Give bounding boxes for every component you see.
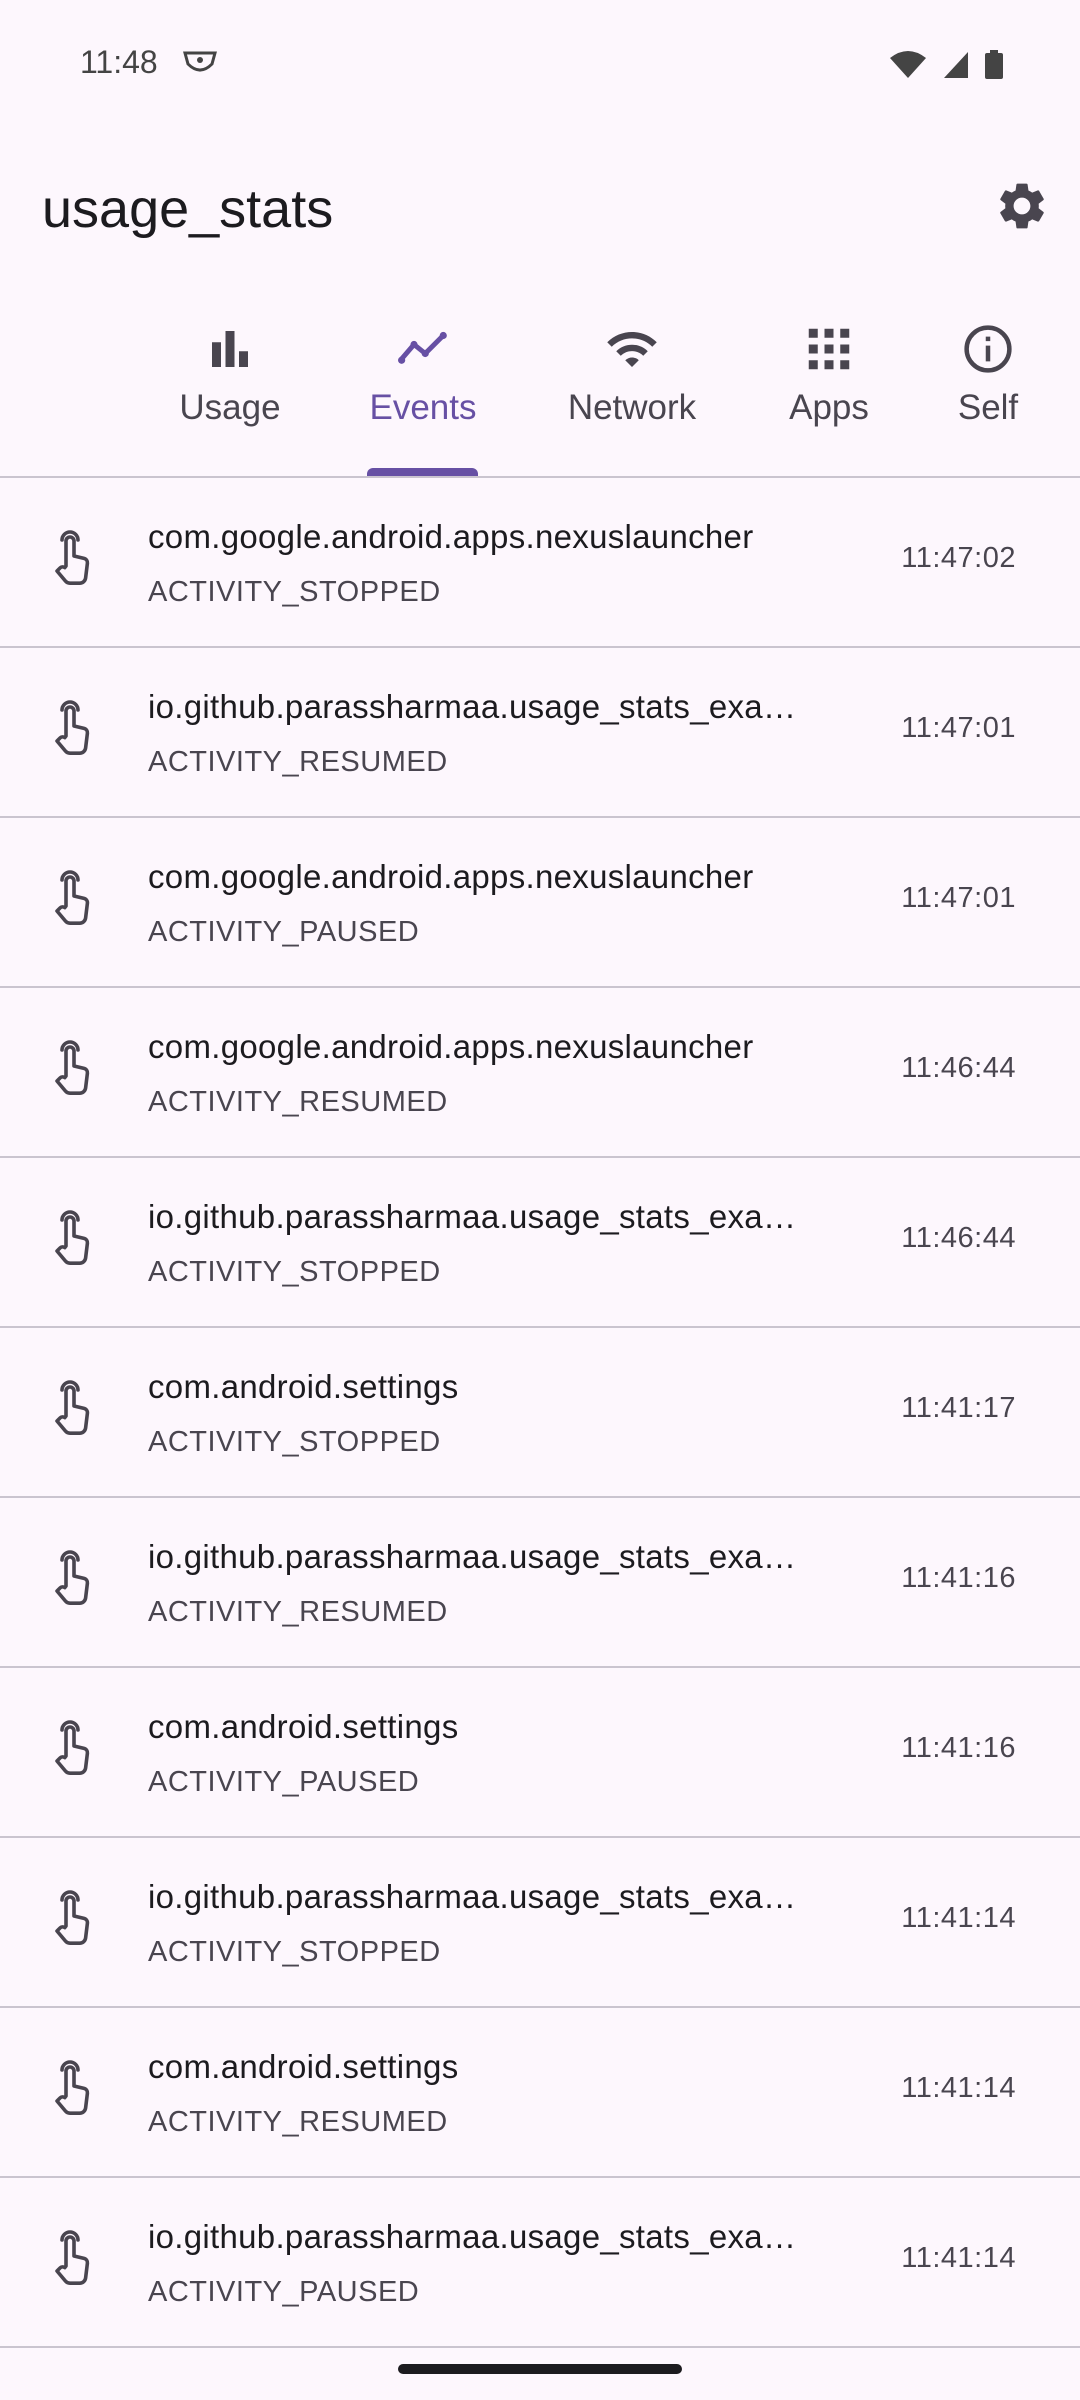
wifi-icon: [605, 322, 659, 376]
trend-line-icon: [396, 322, 450, 376]
tab-label: Apps: [789, 388, 869, 427]
tab-indicator: [367, 468, 478, 476]
event-type: ACTIVITY_STOPPED: [148, 576, 441, 608]
event-type: ACTIVITY_RESUMED: [148, 2106, 448, 2138]
wifi-icon: [888, 50, 928, 85]
event-time: 11:47:01: [901, 882, 1016, 914]
event-type: ACTIVITY_PAUSED: [148, 1766, 420, 1798]
tab-bar: Usage Events Network Apps Self: [0, 300, 1080, 478]
event-time: 11:46:44: [901, 1052, 1016, 1084]
home-indicator[interactable]: [398, 2364, 682, 2374]
list-item[interactable]: io.github.parassharmaa.usage_stats_exa… …: [0, 1838, 1080, 2008]
event-type: ACTIVITY_STOPPED: [148, 1426, 441, 1458]
tab-apps[interactable]: Apps: [776, 300, 882, 476]
event-time: 11:41:17: [901, 1392, 1016, 1424]
touch-icon: [48, 870, 100, 930]
list-item[interactable]: com.google.android.apps.nexuslauncher AC…: [0, 818, 1080, 988]
event-time: 11:41:14: [901, 2242, 1016, 2274]
event-time: 11:46:44: [901, 1222, 1016, 1254]
event-time: 11:41:16: [901, 1732, 1016, 1764]
touch-icon: [48, 2230, 100, 2290]
battery-icon: [984, 50, 1004, 85]
event-type: ACTIVITY_RESUMED: [148, 746, 448, 778]
info-icon: [961, 322, 1015, 376]
page-title: usage_stats: [42, 179, 334, 239]
event-type: ACTIVITY_RESUMED: [148, 1086, 448, 1118]
screen: 11:48 usage_stats Usage Events Network A…: [0, 0, 1080, 2400]
list-item[interactable]: com.google.android.apps.nexuslauncher AC…: [0, 478, 1080, 648]
tab-events[interactable]: Events: [362, 300, 484, 476]
status-time: 11:48: [80, 44, 158, 80]
list-item[interactable]: com.google.android.apps.nexuslauncher AC…: [0, 988, 1080, 1158]
list-item[interactable]: com.android.settings ACTIVITY_STOPPED 11…: [0, 1328, 1080, 1498]
touch-icon: [48, 700, 100, 760]
event-package: com.android.settings: [148, 2048, 459, 2085]
list-item[interactable]: com.android.settings ACTIVITY_RESUMED 11…: [0, 2008, 1080, 2178]
list-item[interactable]: io.github.parassharmaa.usage_stats_exa… …: [0, 1498, 1080, 1668]
shield-icon: [182, 50, 218, 76]
event-package: com.android.settings: [148, 1708, 459, 1745]
event-package: io.github.parassharmaa.usage_stats_exa…: [148, 1198, 797, 1235]
event-time: 11:41:16: [901, 1562, 1016, 1594]
touch-icon: [48, 1550, 100, 1610]
tab-usage[interactable]: Usage: [170, 300, 290, 476]
event-type: ACTIVITY_STOPPED: [148, 1256, 441, 1288]
touch-icon: [48, 1210, 100, 1270]
touch-icon: [48, 1040, 100, 1100]
event-type: ACTIVITY_PAUSED: [148, 2276, 420, 2308]
grid-icon: [802, 322, 856, 376]
event-package: com.google.android.apps.nexuslauncher: [148, 518, 754, 555]
tab-label: Events: [369, 388, 477, 427]
bar-chart-icon: [203, 322, 257, 376]
tab-self[interactable]: Self: [942, 300, 1034, 476]
event-package: io.github.parassharmaa.usage_stats_exa…: [148, 1538, 797, 1575]
event-type: ACTIVITY_PAUSED: [148, 916, 420, 948]
event-type: ACTIVITY_RESUMED: [148, 1596, 448, 1628]
event-package: com.google.android.apps.nexuslauncher: [148, 1028, 754, 1065]
list-item[interactable]: io.github.parassharmaa.usage_stats_exa… …: [0, 2178, 1080, 2348]
tab-label: Usage: [179, 388, 281, 427]
event-package: io.github.parassharmaa.usage_stats_exa…: [148, 688, 797, 725]
list-item[interactable]: io.github.parassharmaa.usage_stats_exa… …: [0, 648, 1080, 818]
event-time: 11:47:01: [901, 712, 1016, 744]
list-item[interactable]: io.github.parassharmaa.usage_stats_exa… …: [0, 1158, 1080, 1328]
event-package: io.github.parassharmaa.usage_stats_exa…: [148, 1878, 797, 1915]
event-list: com.google.android.apps.nexuslauncher AC…: [0, 478, 1080, 2348]
touch-icon: [48, 530, 100, 590]
list-item[interactable]: com.android.settings ACTIVITY_PAUSED 11:…: [0, 1668, 1080, 1838]
event-type: ACTIVITY_STOPPED: [148, 1936, 441, 1968]
signal-icon: [942, 50, 970, 85]
status-bar: 11:48: [0, 0, 1080, 110]
event-time: 11:41:14: [901, 1902, 1016, 1934]
tab-network[interactable]: Network: [552, 300, 712, 476]
event-package: com.google.android.apps.nexuslauncher: [148, 858, 754, 895]
tab-label: Self: [957, 388, 1019, 427]
event-time: 11:41:14: [901, 2072, 1016, 2104]
touch-icon: [48, 1890, 100, 1950]
tab-label: Network: [567, 388, 697, 427]
event-package: io.github.parassharmaa.usage_stats_exa…: [148, 2218, 797, 2255]
touch-icon: [48, 2060, 100, 2120]
event-package: com.android.settings: [148, 1368, 459, 1405]
event-time: 11:47:02: [901, 542, 1016, 574]
status-icons: [888, 50, 1004, 85]
touch-icon: [48, 1380, 100, 1440]
settings-button[interactable]: [984, 170, 1060, 246]
app-bar: usage_stats: [0, 150, 1080, 270]
touch-icon: [48, 1720, 100, 1780]
gear-icon: [994, 178, 1050, 239]
